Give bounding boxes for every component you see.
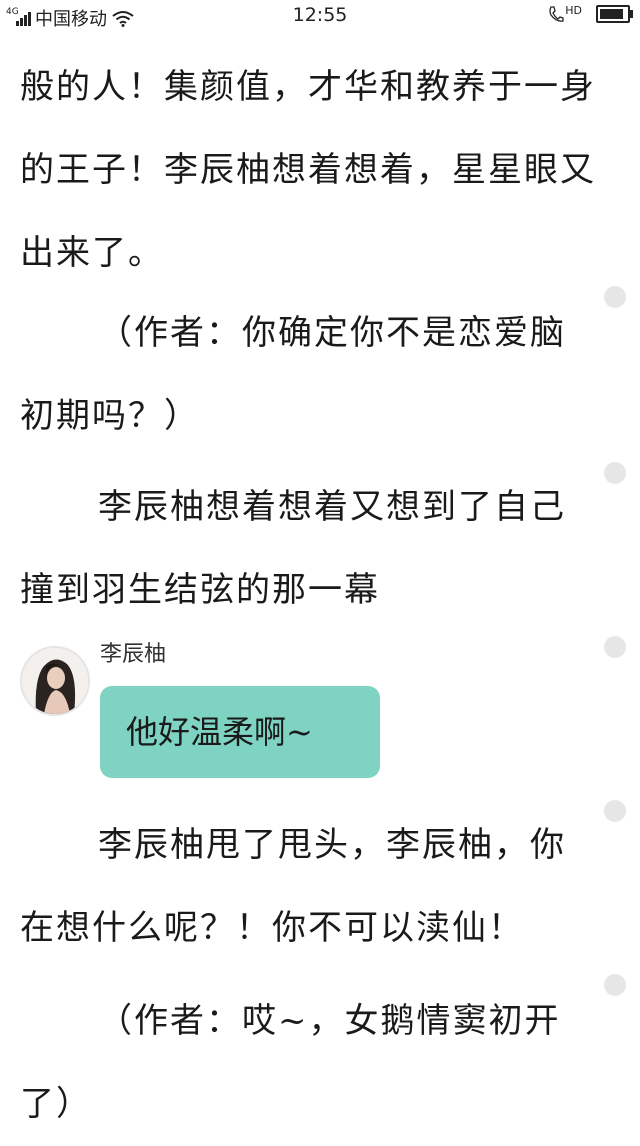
comment-marker[interactable]: [604, 800, 626, 822]
paragraph-3: 李辰柚想着想着又想到了自己撞到羽生结弦的那一幕: [20, 487, 566, 610]
clock: 12:55: [292, 4, 348, 26]
comment-marker[interactable]: [604, 636, 626, 658]
comment-marker[interactable]: [604, 974, 626, 996]
comment-marker[interactable]: [604, 286, 626, 308]
status-bar: 4G 中国移动 12:55 HD: [0, 0, 640, 32]
chat-bubble: 他好温柔啊~: [100, 686, 380, 778]
battery-level: [600, 9, 624, 19]
chat-speaker-name: 李辰柚: [100, 642, 167, 667]
paragraph-5: （作者：哎~，女鹅情窦初开了）: [20, 1001, 561, 1124]
avatar[interactable]: [20, 646, 90, 716]
paragraph-2: （作者：你确定你不是恋爱脑初期吗？）: [20, 313, 566, 436]
comment-marker[interactable]: [604, 462, 626, 484]
paragraph-4: 李辰柚甩了甩头，李辰柚，你在想什么呢？！你不可以渎仙！: [20, 825, 566, 948]
battery-icon: [596, 5, 633, 23]
paragraph-1: 般的人！集颜值，才华和教养于一身的王子！李辰柚想着想着，星星眼又出来了。: [20, 67, 596, 273]
hd-call-icon: HD: [548, 3, 582, 23]
status-right: HD: [548, 3, 633, 23]
hd-label: HD: [565, 3, 582, 17]
